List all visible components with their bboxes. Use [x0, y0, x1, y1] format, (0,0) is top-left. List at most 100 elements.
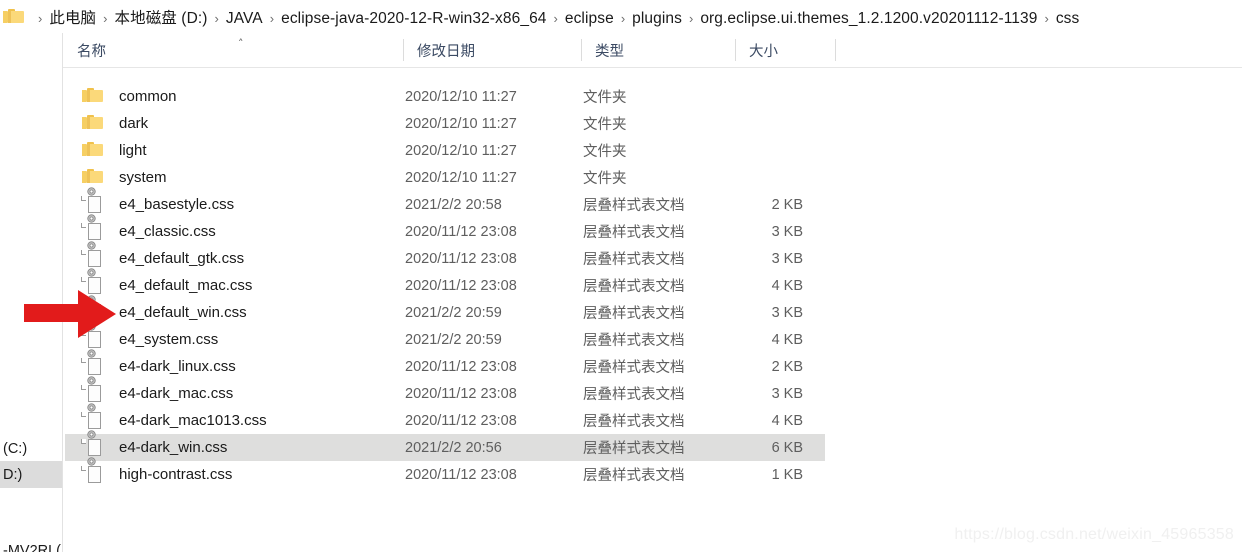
- file-row-name: e4_default_win.css: [119, 304, 247, 321]
- column-divider[interactable]: [735, 39, 736, 61]
- breadcrumb-item[interactable]: css: [1056, 10, 1080, 27]
- file-row[interactable]: common 2020/12/10 11:27 文件夹: [65, 83, 825, 110]
- nav-pane-item[interactable]: (C:): [0, 435, 62, 462]
- file-row[interactable]: light 2020/12/10 11:27 文件夹: [65, 137, 825, 164]
- breadcrumb-separator-icon: ›: [269, 10, 275, 26]
- nav-pane-item-label: (C:): [3, 440, 28, 457]
- file-row-name: e4-dark_win.css: [119, 439, 228, 456]
- file-row[interactable]: e4-dark_win.css 2021/2/2 20:56 层叠样式表文档 6 KB: [65, 430, 825, 461]
- file-row-type: 层叠样式表文档: [583, 387, 685, 403]
- file-row[interactable]: e4_classic.css 2020/11/12 23:08 层叠样式表文档 3 K…: [65, 214, 825, 245]
- folder-icon: [3, 9, 25, 24]
- file-row[interactable]: e4_basestyle.css 2021/2/2 20:58 层叠样式表文档 2 K…: [65, 187, 825, 218]
- breadcrumb-separator-icon: ›: [214, 10, 219, 26]
- file-row-size: 1 KB: [771, 466, 803, 483]
- file-row-date: 2020/12/10 11:27: [405, 142, 517, 159]
- breadcrumb-separator-icon: ›: [1044, 10, 1049, 26]
- file-row[interactable]: e4-dark_mac1013.css 2020/11/12 23:08 层叠样式表…: [65, 403, 825, 434]
- file-row-date: 2020/11/12 23:08: [405, 412, 517, 429]
- column-header-row[interactable]: 名称 修改日期 类型 大小 ˄: [63, 33, 1242, 68]
- column-header[interactable]: 名称: [63, 33, 403, 67]
- column-header[interactable]: 修改日期: [403, 33, 581, 67]
- breadcrumb-item[interactable]: JAVA: [226, 10, 263, 27]
- file-row-size: 6 KB: [771, 439, 803, 456]
- file-row-date: 2021/2/2 20:56: [405, 439, 502, 456]
- file-row-name: e4-dark_mac1013.css: [119, 412, 267, 429]
- breadcrumb-item[interactable]: eclipse: [565, 10, 614, 27]
- file-row-type: 文件夹: [583, 144, 627, 160]
- file-row-date: 2021/2/2 20:59: [405, 331, 502, 348]
- nav-pane-item-label: D:): [3, 466, 23, 483]
- file-row-name: e4-dark_linux.css: [119, 358, 236, 375]
- nav-pane-item[interactable]: D:): [0, 461, 62, 488]
- nav-pane-item[interactable]: -MV2RL(: [0, 537, 62, 552]
- file-row-size: 3 KB: [771, 223, 803, 240]
- file-row-name: common: [119, 88, 177, 105]
- file-row-name: e4-dark_mac.css: [119, 385, 234, 402]
- file-row[interactable]: e4_default_gtk.css 2020/11/12 23:08 层叠样式表文…: [65, 241, 825, 272]
- file-row-name: dark: [119, 115, 149, 132]
- file-row-type: 文件夹: [583, 171, 627, 187]
- file-row-size: 4 KB: [771, 412, 803, 429]
- file-row[interactable]: e4_default_win.css 2021/2/2 20:59 层叠样式表文档 3…: [65, 295, 825, 326]
- file-row-type: 层叠样式表文档: [583, 225, 685, 241]
- file-row-size: 3 KB: [771, 304, 803, 321]
- file-row-date: 2021/2/2 20:59: [405, 304, 502, 321]
- file-row-date: 2020/11/12 23:08: [405, 385, 517, 402]
- file-row[interactable]: e4_default_mac.css 2020/11/12 23:08 层叠样式表文…: [65, 268, 825, 299]
- file-row-size: 2 KB: [771, 196, 803, 213]
- file-row-size: [715, 164, 803, 191]
- column-divider[interactable]: [835, 39, 836, 61]
- file-row-name: e4_basestyle.css: [119, 196, 235, 213]
- file-row-date: 2020/11/12 23:08: [405, 358, 517, 375]
- breadcrumb-separator-icon: ›: [553, 10, 558, 26]
- file-row-type: 层叠样式表文档: [583, 198, 685, 214]
- navigation-pane[interactable]: (C:) D:) -MV2RL(: [0, 33, 63, 552]
- column-header[interactable]: 类型: [581, 33, 735, 67]
- breadcrumb-item[interactable]: org.eclipse.ui.themes_1.2.1200.v20201112…: [700, 10, 1037, 27]
- file-row-type: 层叠样式表文档: [583, 441, 685, 457]
- file-row-name: e4_classic.css: [119, 223, 216, 240]
- file-row-type: 文件夹: [583, 117, 627, 133]
- breadcrumb[interactable]: › 此电脑 › 本地磁盘 (D:) › JAVA › eclipse-java-2020-12…: [0, 0, 1242, 34]
- breadcrumb-item[interactable]: 本地磁盘 (D:): [115, 10, 208, 27]
- file-row-type: 层叠样式表文档: [583, 360, 685, 376]
- file-row-size: 3 KB: [771, 250, 803, 267]
- breadcrumb-item[interactable]: 此电脑: [49, 10, 96, 27]
- file-row-type: 层叠样式表文档: [583, 468, 685, 484]
- watermark-text: https://blog.csdn.net/weixin_45965358: [954, 526, 1234, 543]
- breadcrumb-separator-icon: ›: [620, 10, 626, 26]
- sort-ascending-caret-icon: ˄: [238, 37, 244, 50]
- file-row-size: 4 KB: [771, 277, 803, 294]
- file-row-type: 层叠样式表文档: [583, 333, 685, 349]
- nav-pane-item-label: -MV2RL(: [3, 542, 62, 552]
- file-row-name: e4_system.css: [119, 331, 219, 348]
- file-row-date: 2020/11/12 23:08: [405, 250, 517, 267]
- file-row[interactable]: dark 2020/12/10 11:27 文件夹: [65, 110, 825, 137]
- column-divider[interactable]: [581, 39, 582, 61]
- breadcrumb-item[interactable]: eclipse-java-2020-12-R-win32-x86_64: [281, 10, 546, 27]
- file-row[interactable]: e4-dark_mac.css 2020/11/12 23:08 层叠样式表文档 3 …: [65, 376, 825, 407]
- breadcrumb-item[interactable]: plugins: [632, 10, 682, 27]
- file-row-date: 2020/11/12 23:08: [405, 223, 517, 240]
- file-row[interactable]: e4-dark_linux.css 2020/11/12 23:08 层叠样式表文档…: [65, 349, 825, 380]
- file-row-size: [715, 137, 803, 164]
- file-row-date: 2020/12/10 11:27: [405, 169, 517, 186]
- file-row-type: 层叠样式表文档: [583, 279, 685, 295]
- file-row[interactable]: system 2020/12/10 11:27 文件夹: [65, 164, 825, 191]
- column-header[interactable]: 大小: [735, 33, 835, 67]
- file-row-type: 文件夹: [583, 90, 627, 106]
- file-row-size: [715, 110, 803, 137]
- breadcrumb-separator-icon: ›: [38, 10, 43, 26]
- file-row-type: 层叠样式表文档: [583, 306, 685, 322]
- file-row-date: 2020/12/10 11:27: [405, 115, 517, 132]
- file-row-size: 4 KB: [771, 331, 803, 348]
- file-list-pane[interactable]: 名称 修改日期 类型 大小 ˄ common 2020/12/10 11:27 文件夹 da…: [63, 33, 1242, 552]
- file-row-name: system: [119, 169, 167, 186]
- file-row[interactable]: e4_system.css 2021/2/2 20:59 层叠样式表文档 4 KB: [65, 322, 825, 353]
- file-row-date: 2020/11/12 23:08: [405, 277, 517, 294]
- file-row-name: e4_default_gtk.css: [119, 250, 245, 267]
- file-row-date: 2020/12/10 11:27: [405, 88, 517, 105]
- column-divider[interactable]: [403, 39, 404, 61]
- file-row[interactable]: high-contrast.css 2020/11/12 23:08 层叠样式表文档…: [65, 457, 825, 488]
